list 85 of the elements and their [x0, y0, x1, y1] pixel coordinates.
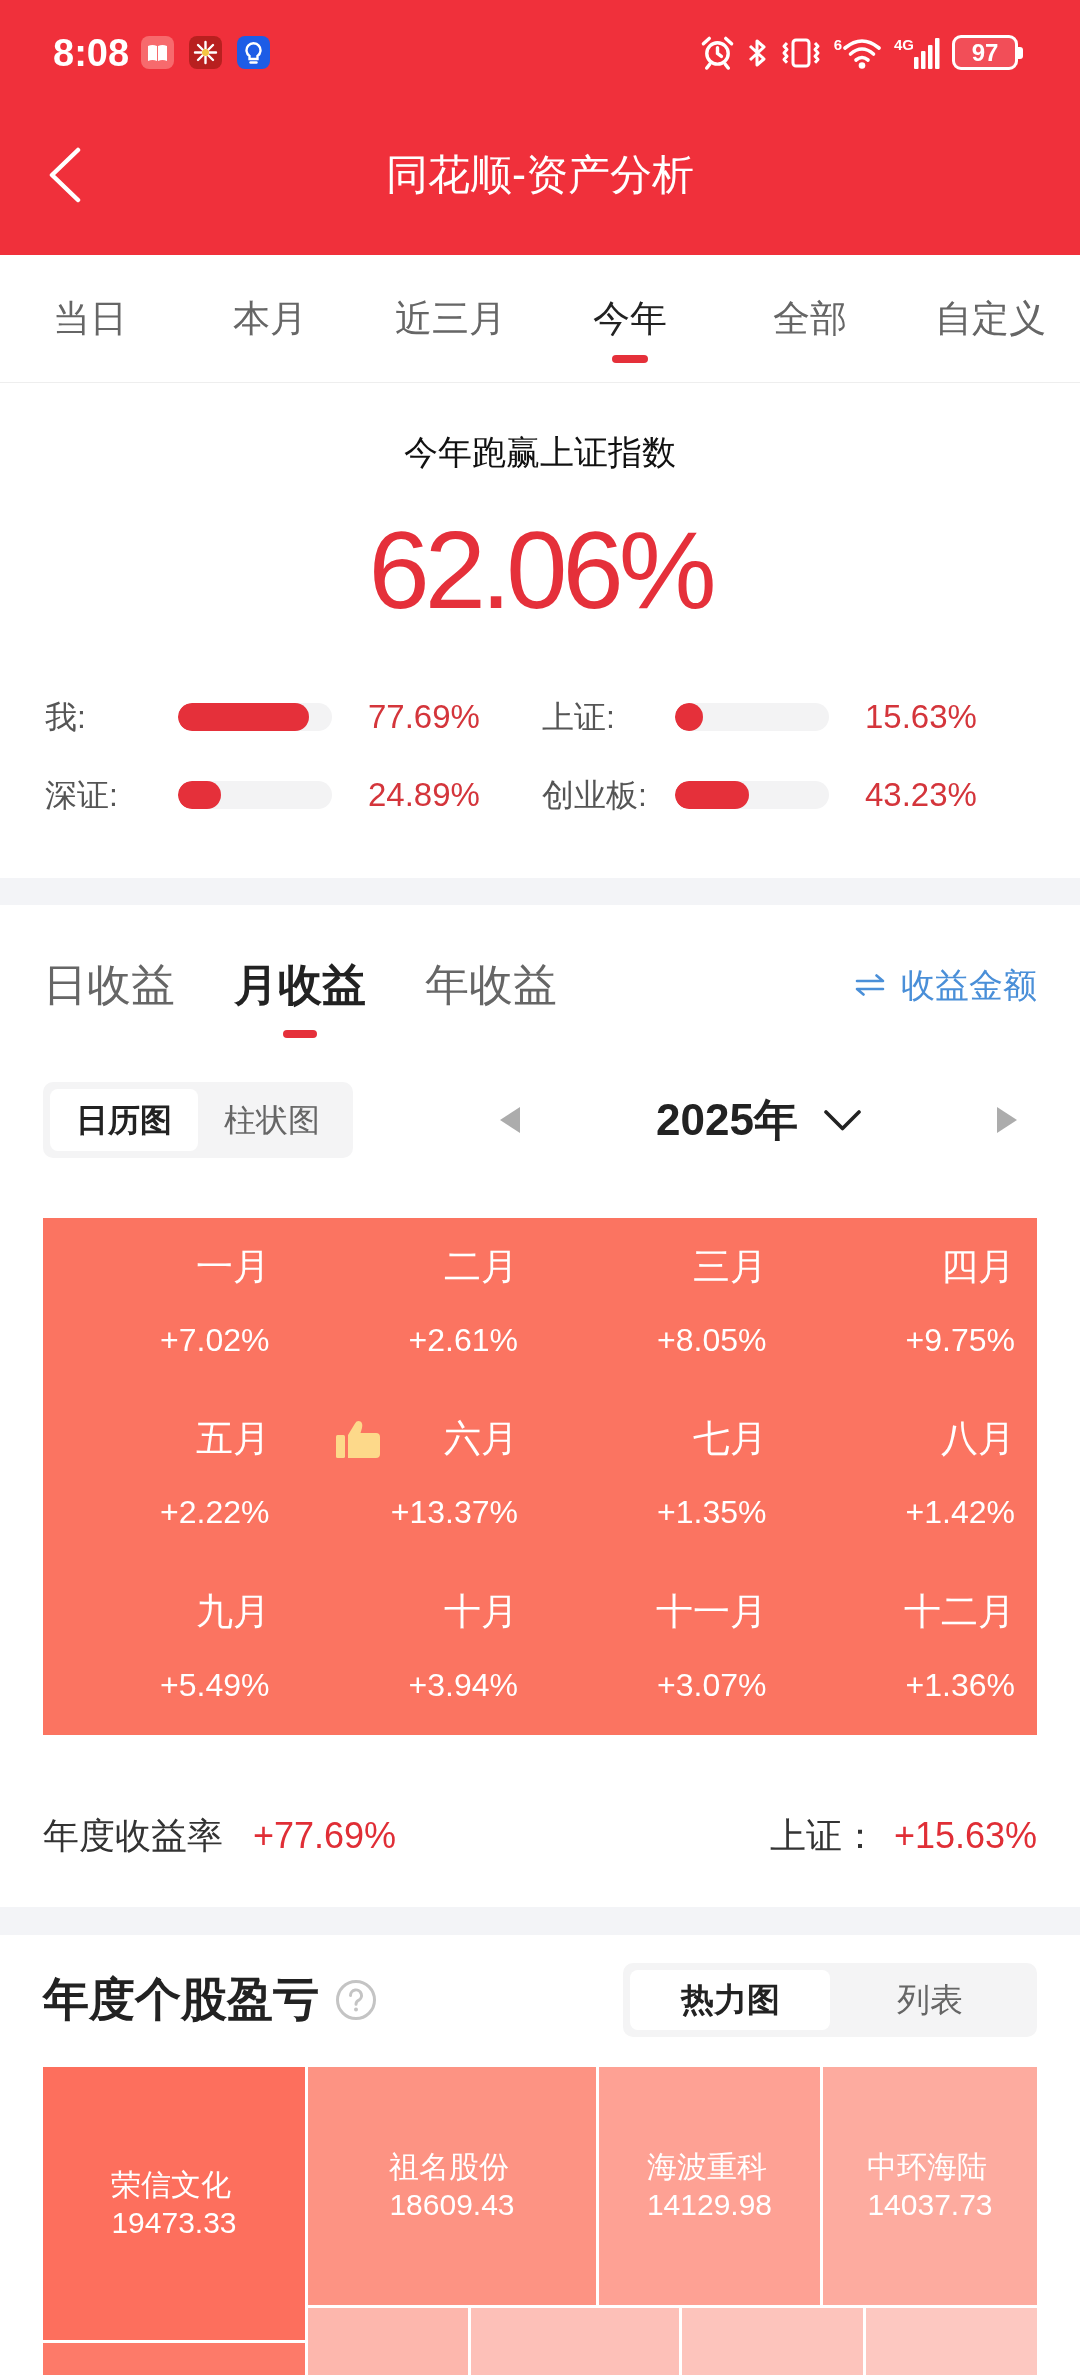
- flower-app-icon: [189, 36, 223, 69]
- stock-name: 海波重科: [646, 2149, 768, 2185]
- next-year-icon[interactable]: [997, 1107, 1017, 1133]
- month-return: +3.07%: [656, 1665, 767, 1705]
- vibrate-icon: [779, 36, 822, 69]
- month-label: 一月: [195, 1245, 270, 1289]
- month-label: 四月: [941, 1245, 1015, 1289]
- battery-indicator: 97: [952, 35, 1023, 70]
- view-option[interactable]: 柱状图: [198, 1089, 346, 1151]
- month-return: +1.35%: [656, 1493, 767, 1533]
- signal-icon: [914, 36, 940, 69]
- comparison-label: 我:: [45, 698, 87, 737]
- comparison-value: 77.69%: [368, 697, 480, 738]
- stock-name: 中环海陆: [867, 2149, 989, 2185]
- headline: 今年跑赢上证指数: [403, 432, 677, 473]
- comparison-label: 创业板:: [542, 776, 648, 815]
- stock-name: 荣信文化: [111, 2166, 233, 2203]
- status-time: 8:08: [53, 33, 130, 72]
- comparison-label: 上证:: [542, 698, 616, 737]
- comparison-value: 43.23%: [865, 775, 977, 816]
- annual-return-value: +77.69%: [253, 1814, 397, 1858]
- month-return: +9.75%: [904, 1321, 1015, 1360]
- wifi-label: 6: [833, 36, 842, 52]
- view-option[interactable]: 热力图: [630, 1970, 830, 2030]
- month-label: 三月: [692, 1245, 767, 1289]
- book-app-icon: [141, 36, 175, 69]
- month-return: +1.42%: [904, 1493, 1015, 1533]
- comparison-value: 24.89%: [368, 775, 480, 816]
- alarm-icon: [699, 35, 735, 70]
- month-return: +13.37%: [389, 1493, 518, 1533]
- index-return-value: +15.63%: [893, 1814, 1037, 1858]
- help-icon[interactable]: [335, 1979, 377, 2021]
- period-tab[interactable]: 当日: [0, 255, 180, 382]
- stock-profit: 18609.43: [389, 2187, 515, 2223]
- period-tab[interactable]: 今年: [540, 255, 720, 382]
- month-label: 二月: [444, 1245, 518, 1289]
- month-label: 十一月: [655, 1589, 767, 1634]
- stock-profit: 14129.98: [646, 2187, 773, 2223]
- period-tab[interactable]: 本月: [180, 255, 360, 382]
- return-type-tab[interactable]: 月收益: [234, 950, 366, 1040]
- stock-profit: 19473.33: [111, 2204, 237, 2241]
- heatmap-tile[interactable]: [471, 2308, 679, 2375]
- heatmap-tile[interactable]: [866, 2308, 1037, 2375]
- heatmap-tile[interactable]: [43, 2343, 305, 2375]
- index-label: 上证：: [769, 1814, 878, 1858]
- return-type-tab[interactable]: 日收益: [43, 950, 175, 1040]
- heatmap-tile[interactable]: [308, 2308, 468, 2375]
- month-return: +5.49%: [159, 1665, 270, 1705]
- stock-profit: 14037.73: [867, 2187, 993, 2223]
- amount-toggle-link[interactable]: 收益金额: [855, 950, 1037, 1020]
- period-tab[interactable]: 全部: [720, 255, 900, 382]
- month-label: 九月: [195, 1589, 270, 1634]
- month-return: +2.61%: [407, 1321, 518, 1360]
- month-return: +2.22%: [159, 1493, 270, 1533]
- month-label: 六月: [444, 1417, 518, 1462]
- stock-name: 祖名股份: [389, 2149, 511, 2185]
- section-title: 年度个股盈亏: [43, 1972, 319, 2028]
- month-return: +1.36%: [904, 1665, 1015, 1705]
- month-label: 八月: [941, 1417, 1015, 1462]
- month-return: +3.94%: [407, 1665, 518, 1705]
- month-return: +7.02%: [159, 1321, 270, 1360]
- lightbulb-app-icon: [237, 36, 271, 69]
- view-option[interactable]: 列表: [830, 1970, 1030, 2030]
- month-label: 十月: [444, 1589, 518, 1634]
- previous-year-icon[interactable]: [500, 1107, 520, 1133]
- wifi-icon: [842, 36, 882, 69]
- comparison-value: 15.63%: [865, 697, 977, 738]
- month-label: 七月: [692, 1417, 767, 1462]
- view-option[interactable]: 日历图: [50, 1089, 198, 1151]
- page-title: 同花顺-资产分析: [386, 149, 694, 200]
- comparison-label: 深证:: [45, 776, 119, 815]
- month-return: +8.05%: [656, 1321, 767, 1360]
- period-tab[interactable]: 自定义: [900, 255, 1080, 382]
- year-dropdown[interactable]: 2025年: [656, 1098, 861, 1142]
- network-label: 4G: [894, 36, 914, 52]
- return-type-tab[interactable]: 年收益: [425, 950, 557, 1040]
- heatmap-tile[interactable]: [682, 2308, 863, 2375]
- period-tab[interactable]: 近三月: [360, 255, 540, 382]
- annual-return-label: 年度收益率: [43, 1814, 223, 1858]
- swap-icon: [855, 974, 885, 996]
- back-icon[interactable]: [48, 147, 82, 203]
- outperformance-value: 62.06%: [367, 507, 714, 633]
- month-label: 十二月: [904, 1589, 1015, 1634]
- chevron-down-icon: [823, 1109, 861, 1131]
- month-label: 五月: [195, 1417, 270, 1462]
